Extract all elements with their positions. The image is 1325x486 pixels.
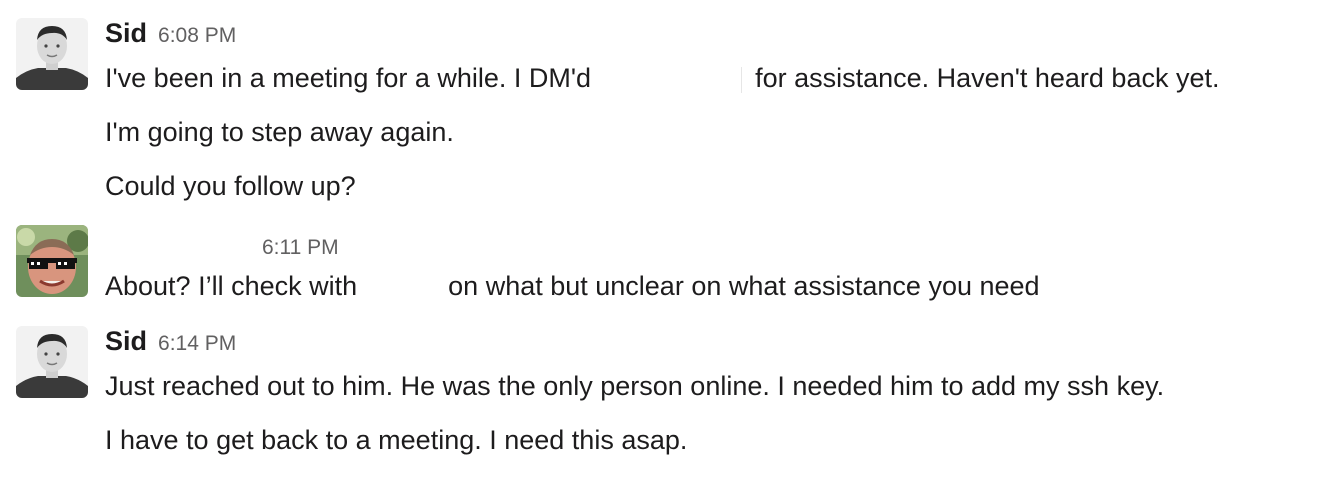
- author-name[interactable]: Sid: [105, 18, 147, 49]
- avatar-photo: [16, 326, 88, 398]
- message-text: I've been in a meeting for a while. I DM…: [105, 63, 592, 93]
- message-line: I've been in a meeting for a while. I DM…: [105, 62, 1220, 94]
- message-line: About? I’ll check with on what but uncle…: [105, 270, 1040, 302]
- message-text: on what but unclear on what assistance y…: [448, 271, 1040, 301]
- author-name[interactable]: Sid: [105, 326, 147, 357]
- avatar-photo: [16, 18, 88, 90]
- timestamp[interactable]: 6:08 PM: [158, 24, 236, 48]
- message-line: I'm going to step away again.: [105, 117, 454, 147]
- avatar-photo: [16, 225, 88, 297]
- avatar[interactable]: [16, 326, 88, 398]
- redacted-mention: [599, 66, 742, 93]
- timestamp[interactable]: 6:14 PM: [158, 332, 236, 356]
- redacted-mention: [365, 275, 441, 301]
- message-feed: Sid 6:08 PM I've been in a meeting for a…: [0, 0, 1325, 486]
- message-line: Could you follow up?: [105, 171, 356, 201]
- redacted-author-name: [105, 230, 251, 254]
- message-text: for assistance. Haven't heard back yet.: [755, 63, 1220, 93]
- message-line: Just reached out to him. He was the only…: [105, 371, 1165, 401]
- avatar[interactable]: [16, 18, 88, 90]
- avatar[interactable]: [16, 225, 88, 297]
- message-line: I have to get back to a meeting. I need …: [105, 425, 688, 455]
- timestamp[interactable]: 6:11 PM: [262, 236, 339, 260]
- message-text: About? I’ll check with: [105, 271, 358, 301]
